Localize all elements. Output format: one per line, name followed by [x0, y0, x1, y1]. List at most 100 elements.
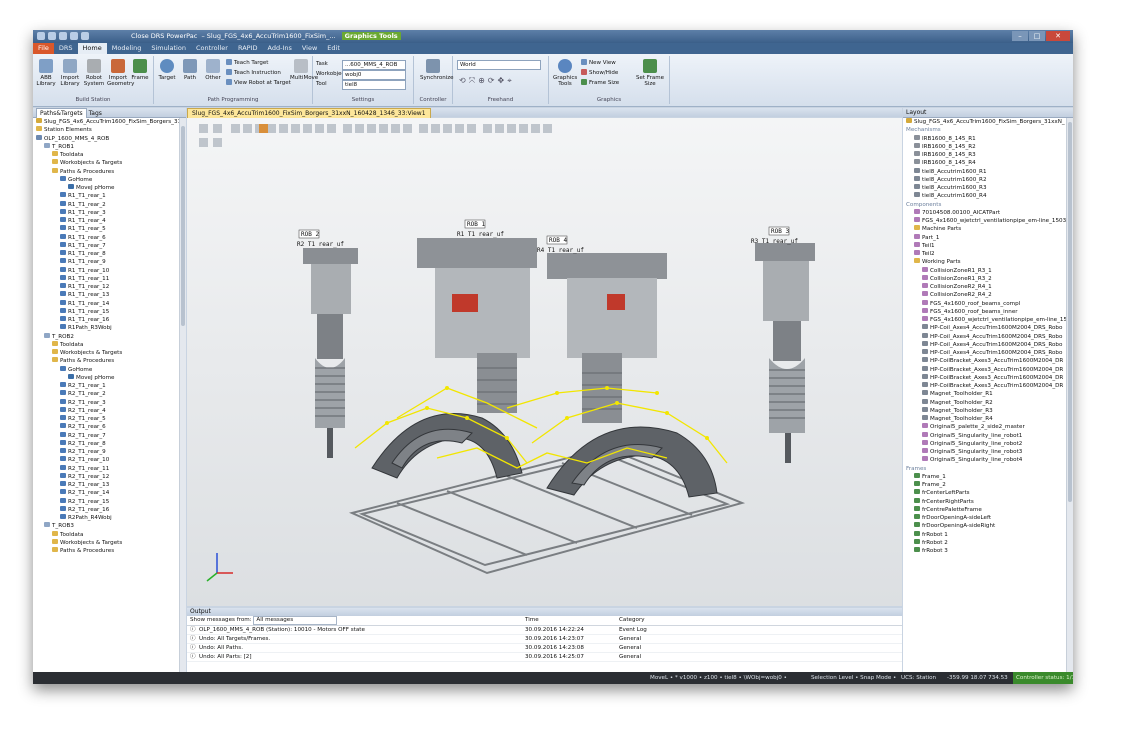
tree-item[interactable]: R1_T1_rear_11: [33, 274, 180, 283]
customize-icon[interactable]: [81, 32, 89, 40]
tree-item[interactable]: OLP_1600_MMS_4_ROB: [33, 134, 180, 143]
tree-item[interactable]: R1_T1_rear_16: [33, 316, 180, 324]
tree-item[interactable]: GoHome: [33, 365, 180, 374]
tree-item[interactable]: tiel8_Accutrim1600_R1: [903, 167, 1067, 176]
tree-item[interactable]: CollisionZoneR1_R3_1: [903, 266, 1067, 275]
tree-item[interactable]: Tooldata: [33, 530, 180, 539]
view-toolbar-icons[interactable]: [199, 124, 552, 147]
path-button[interactable]: Path: [179, 59, 201, 81]
tab-paths-targets[interactable]: Paths&Targets: [36, 108, 87, 118]
output-row[interactable]: ⓘ Undo: All Parts: [2] 30.09.2016 14:25:07…: [187, 653, 902, 662]
tree-item[interactable]: Workobjects & Targets: [33, 349, 180, 357]
tree-item[interactable]: HP-CoilBracket_Axes3_AccuTrim1600M2004_D…: [903, 357, 1067, 365]
tree-item[interactable]: frCenterRightParts: [903, 497, 1067, 506]
tree-item[interactable]: HP-Coil_Axes4_AccuTrim1600M2004_DRS_Robo: [903, 324, 1067, 332]
tree-item[interactable]: R2_T1_rear_14: [33, 489, 180, 497]
context-tab-label[interactable]: Graphics Tools: [341, 32, 401, 40]
show-hide-button[interactable]: Show/Hide: [581, 69, 618, 76]
tab-add-ins[interactable]: Add-Ins: [262, 43, 296, 54]
minimize-button[interactable]: –: [1012, 31, 1028, 41]
tree-item[interactable]: R2_T1_rear_5: [33, 415, 180, 423]
tab-home[interactable]: Home: [77, 43, 107, 54]
tree-item[interactable]: R1_T1_rear_9: [33, 258, 180, 266]
tree-item[interactable]: FGS_4x1600_wjetctrl_ventilationpipe_em-l…: [903, 217, 1067, 225]
freehand-tools[interactable]: ⟲⤧⊕⟳✥⌖: [459, 76, 515, 86]
tree-item[interactable]: R1_T1_rear_14: [33, 299, 180, 308]
tree-item[interactable]: T_ROB2: [33, 332, 180, 341]
tree-item[interactable]: HP-Coil_Axes4_AccuTrim1600M2004_DRS_Robo: [903, 349, 1067, 357]
graphics-tools-button[interactable]: Graphics Tools: [553, 59, 577, 87]
tree-item[interactable]: Magnet_Toolholder_R4: [903, 415, 1067, 423]
abb-library-button[interactable]: ABB Library: [35, 59, 57, 87]
tree-item[interactable]: R1Path_R3Wobj: [33, 324, 180, 332]
frame-size-button[interactable]: Frame Size: [581, 79, 619, 86]
save-icon[interactable]: [48, 32, 56, 40]
tree-item[interactable]: R2_T1_rear_8: [33, 439, 180, 448]
tree-item[interactable]: IRB1600_8_145_R3: [903, 151, 1067, 159]
tree-item[interactable]: Components: [903, 201, 1067, 209]
move-settings[interactable]: MoveL • * v1000 • z100 • tiel8 • \WObj=w…: [650, 672, 787, 684]
output-row[interactable]: ⓘ OLP_1600_MMS_4_ROB (Station): 10010 - M…: [187, 626, 902, 635]
tree-item[interactable]: frCenterLeftParts: [903, 489, 1067, 497]
tree-item[interactable]: Paths & Procedures: [33, 167, 180, 176]
tree-item[interactable]: frDoorOpeningA-sideRight: [903, 522, 1067, 530]
reference-select[interactable]: World: [457, 60, 541, 70]
tree-item[interactable]: HP-Coil_Axes4_AccuTrim1600M2004_DRS_Robo: [903, 332, 1067, 341]
tree-item[interactable]: Magnet_Toolholder_R2: [903, 398, 1067, 407]
tree-item[interactable]: Frame_1: [903, 472, 1067, 481]
tree-item[interactable]: CollisionZoneR2_R4_2: [903, 291, 1067, 299]
tree-item[interactable]: HP-CoilBracket_Axes3_AccuTrim1600M2004_D…: [903, 373, 1067, 382]
tree-item[interactable]: R2_T1_rear_4: [33, 406, 180, 415]
active-toolbar-icon[interactable]: [259, 124, 268, 133]
tree-item[interactable]: R1_T1_rear_10: [33, 266, 180, 275]
tree-item[interactable]: Original5_Singularity_line_robot2: [903, 439, 1067, 448]
tree-item[interactable]: Paths & Procedures: [33, 357, 180, 365]
tab-file[interactable]: File: [33, 43, 54, 54]
tree-item[interactable]: 70104508.00100_AICATPart: [903, 208, 1067, 217]
tree-item[interactable]: MoveJ pHome: [33, 373, 180, 382]
tree-item[interactable]: Frames: [903, 465, 1067, 473]
tree-item[interactable]: FGS_4x1600_roof_beams_compl: [903, 299, 1067, 308]
tree-item[interactable]: FGS_4x1600_roof_beams_inner: [903, 307, 1067, 316]
tab-rapid[interactable]: RAPID: [233, 43, 263, 54]
import-geometry-button[interactable]: Import Geometry: [107, 59, 134, 87]
controller-status[interactable]: Controller status: 1/1: [1013, 672, 1073, 684]
target-button[interactable]: Target: [156, 59, 178, 81]
tree-item[interactable]: Station Elements: [33, 126, 180, 134]
tree-item[interactable]: tiel8_Accutrim1600_R2: [903, 175, 1067, 184]
tree-item[interactable]: Tooldata: [33, 151, 180, 159]
tree-item[interactable]: R1_T1_rear_13: [33, 291, 180, 299]
tree-item[interactable]: Original5_palette_2_side2_master: [903, 423, 1067, 431]
tree-item[interactable]: R1_T1_rear_8: [33, 250, 180, 258]
workobject-select[interactable]: wobj0: [342, 70, 406, 80]
tree-item[interactable]: IRB1600_8_145_R4: [903, 159, 1067, 167]
tree-item[interactable]: R2_T1_rear_9: [33, 448, 180, 456]
tree-item[interactable]: R1_T1_rear_1: [33, 192, 180, 200]
redo-icon[interactable]: [70, 32, 78, 40]
tree-item[interactable]: R1_T1_rear_15: [33, 307, 180, 316]
right-scrollbar[interactable]: [1066, 118, 1073, 672]
tree-item[interactable]: Magnet_Toolholder_R1: [903, 390, 1067, 398]
close-button[interactable]: ✕: [1046, 31, 1070, 41]
tree-item[interactable]: Workobjects & Targets: [33, 538, 180, 547]
multimove-button[interactable]: MultiMove: [290, 59, 318, 81]
tree-item[interactable]: frRobot 3: [903, 547, 1067, 555]
filter-select[interactable]: All messages: [253, 616, 338, 625]
tree-item[interactable]: GoHome: [33, 175, 180, 184]
tree-item[interactable]: R2_T1_rear_3: [33, 398, 180, 407]
other-button[interactable]: Other: [202, 59, 224, 81]
tree-item[interactable]: R2_T1_rear_13: [33, 481, 180, 489]
tab-simulation[interactable]: Simulation: [146, 43, 191, 54]
tree-item[interactable]: tiel8_Accutrim1600_R4: [903, 192, 1067, 200]
tab-view[interactable]: View: [297, 43, 322, 54]
tree-item[interactable]: Workobjects & Targets: [33, 159, 180, 167]
tree-item[interactable]: R2_T1_rear_12: [33, 472, 180, 481]
tree-item[interactable]: Teil1: [903, 241, 1067, 250]
tree-item[interactable]: R2_T1_rear_10: [33, 456, 180, 464]
tree-item[interactable]: Teil2: [903, 250, 1067, 258]
tree-item[interactable]: IRB1600_8_145_R1: [903, 134, 1067, 143]
col-time[interactable]: Time: [525, 616, 539, 625]
tree-item[interactable]: Slug_FGS_4x6_AccuTrim1600_FixSim_Borgers…: [903, 118, 1067, 126]
tree-item[interactable]: R2_T1_rear_2: [33, 390, 180, 398]
tree-item[interactable]: R2_T1_rear_15: [33, 497, 180, 506]
